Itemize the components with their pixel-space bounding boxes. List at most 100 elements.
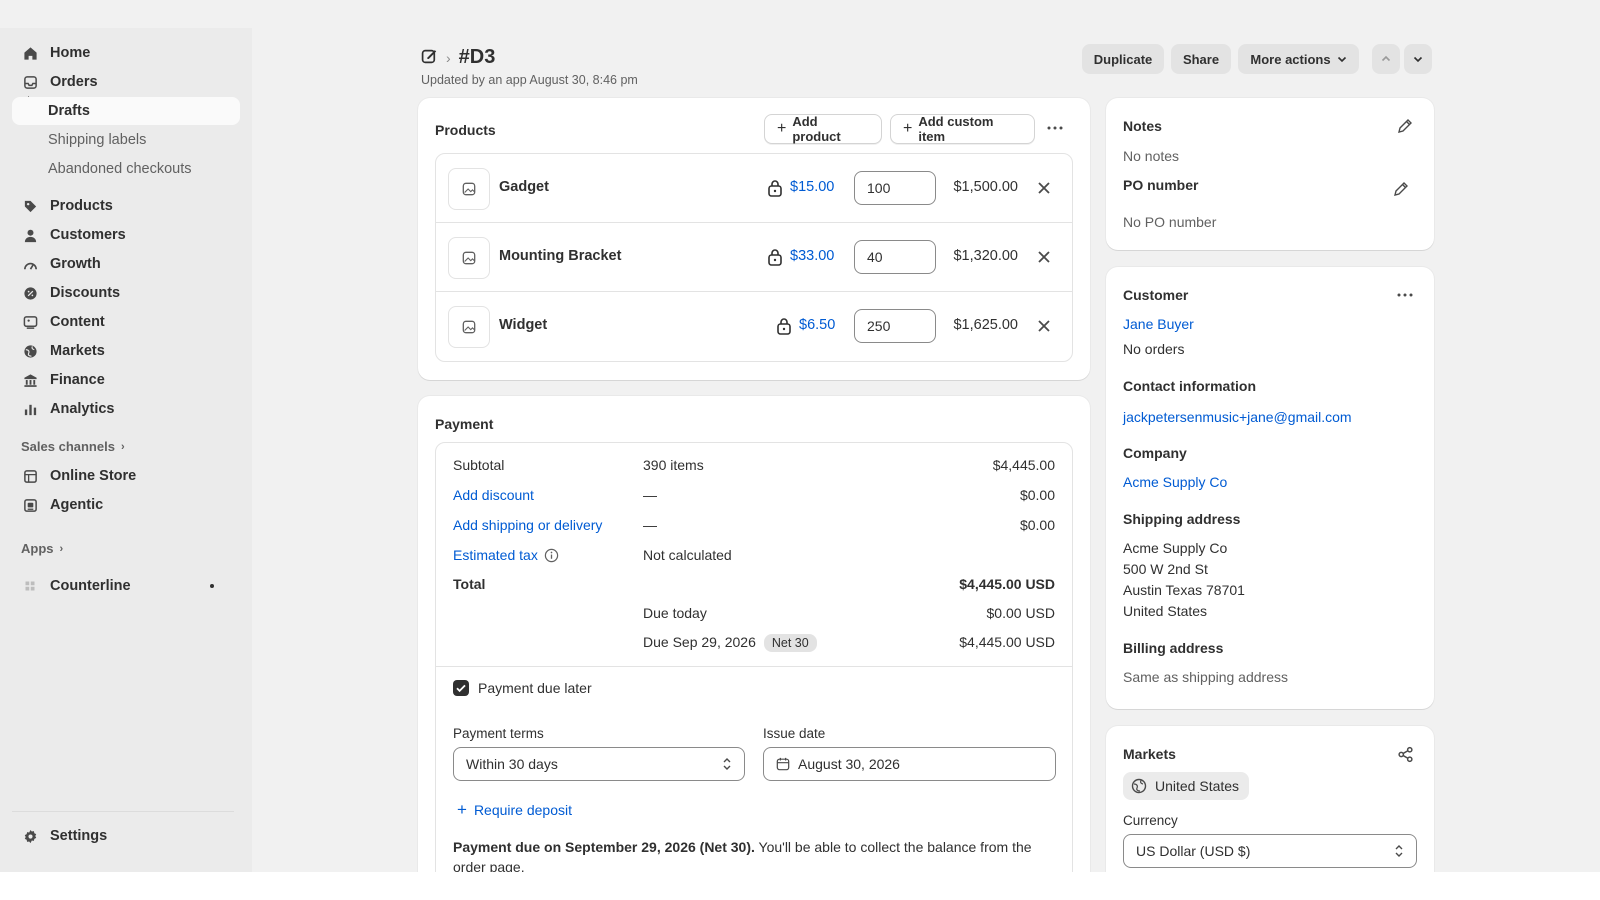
customer-name-link[interactable]: Jane Buyer: [1123, 316, 1194, 332]
total-row: Total $4,445.00 USD: [453, 576, 1055, 596]
sidebar-item-finance[interactable]: Finance: [12, 366, 240, 394]
sales-channels-heading[interactable]: Sales channels ›: [21, 439, 125, 454]
sidebar-item-settings[interactable]: Settings: [12, 822, 240, 850]
apps-heading[interactable]: Apps ›: [21, 541, 63, 556]
payment-due-note-text: You'll be able to collect the balance fr…: [754, 839, 1032, 855]
add-shipping-link[interactable]: Add shipping or delivery: [453, 517, 602, 533]
agent-icon: [22, 497, 38, 513]
remove-item-icon[interactable]: [1034, 316, 1054, 336]
add-product-button[interactable]: + Add product: [764, 114, 882, 144]
customer-card: Customer Jane Buyer No orders Contact in…: [1106, 267, 1434, 709]
remove-item-icon[interactable]: [1034, 178, 1054, 198]
select-arrows-icon: [723, 758, 731, 770]
draft-order-icon[interactable]: [421, 48, 438, 68]
quantity-input[interactable]: 100: [854, 171, 936, 205]
sidebar-item-discounts[interactable]: Discounts: [12, 279, 240, 307]
discount-value: $0.00: [1019, 487, 1055, 503]
total-value: $4,445.00 USD: [959, 576, 1055, 592]
plus-icon: +: [457, 800, 467, 819]
require-deposit-label: Require deposit: [473, 802, 572, 818]
sidebar-item-home[interactable]: Home: [12, 39, 240, 67]
sidebar-item-online-store[interactable]: Online Store: [12, 462, 240, 490]
sidebar-item-drafts[interactable]: Drafts: [12, 97, 240, 125]
sidebar-item-growth[interactable]: Growth: [12, 250, 240, 278]
sidebar-item-label: Growth: [50, 256, 101, 272]
due-later-value: $4,445.00 USD: [959, 634, 1055, 650]
globe-icon: [1131, 778, 1147, 794]
issue-date-label: Issue date: [763, 726, 826, 741]
sidebar-item-agentic[interactable]: Agentic: [12, 491, 240, 519]
product-row: Widget $6.50 250 $1,625.00: [436, 292, 1072, 361]
payment-terms-select[interactable]: Within 30 days: [453, 747, 745, 781]
sidebar-item-content[interactable]: Content: [12, 308, 240, 336]
store-icon: [22, 468, 38, 484]
sidebar-item-markets[interactable]: Markets: [12, 337, 240, 365]
billing-address-title: Billing address: [1123, 640, 1224, 656]
sidebar-item-analytics[interactable]: Analytics: [12, 395, 240, 423]
previous-order-button[interactable]: [1372, 44, 1400, 74]
add-custom-item-button[interactable]: + Add custom item: [890, 114, 1035, 144]
chevron-right-icon: ›: [59, 542, 64, 555]
next-order-button[interactable]: [1404, 44, 1432, 74]
sidebar-item-shipping-labels[interactable]: Shipping labels: [12, 126, 240, 154]
chevron-right-icon: ›: [120, 440, 125, 453]
customer-more-icon[interactable]: [1396, 287, 1414, 303]
due-later-label: Due Sep 29, 2026: [643, 634, 756, 650]
products-more-icon[interactable]: [1046, 120, 1066, 136]
sidebar-item-orders[interactable]: Orders: [12, 68, 240, 96]
sidebar-item-label: Shipping labels: [48, 132, 147, 148]
product-row: Mounting Bracket $33.00 40 $1,320.00: [436, 223, 1072, 292]
calendar-icon: [776, 757, 790, 771]
require-deposit-link[interactable]: + Require deposit: [457, 800, 572, 820]
add-discount-link[interactable]: Add discount: [453, 487, 534, 503]
markets-title: Markets: [1123, 746, 1176, 762]
payment-divider: [436, 666, 1072, 667]
customer-email-link[interactable]: jackpetersenmusic+jane@gmail.com: [1123, 409, 1352, 425]
product-list: Gadget $15.00 100 $1,500.00 Mounting Bra…: [435, 153, 1073, 362]
share-button[interactable]: Share: [1171, 44, 1231, 74]
shipping-address-line: Austin Texas 78701: [1123, 582, 1245, 598]
company-link[interactable]: Acme Supply Co: [1123, 474, 1227, 490]
currency-label: Currency: [1123, 813, 1178, 828]
person-icon: [22, 227, 38, 243]
sidebar-item-products[interactable]: Products: [12, 192, 240, 220]
product-price-link[interactable]: $15.00: [790, 179, 834, 195]
due-later-row: Due Sep 29, 2026 Net 30 $4,445.00 USD: [453, 634, 1055, 654]
edit-po-number-icon[interactable]: [1393, 181, 1409, 197]
notes-card: Notes No notes PO number No PO number: [1106, 98, 1434, 250]
product-price-link[interactable]: $6.50: [799, 317, 835, 333]
orders-icon: [22, 74, 38, 90]
sidebar-item-counterline[interactable]: Counterline: [12, 572, 240, 600]
shipping-address-title: Shipping address: [1123, 511, 1241, 527]
sidebar-item-label: Drafts: [48, 103, 90, 119]
edit-notes-icon[interactable]: [1397, 118, 1413, 134]
issue-date-input[interactable]: August 30, 2026: [763, 747, 1056, 781]
more-actions-button[interactable]: More actions: [1238, 44, 1359, 74]
estimated-tax-link[interactable]: Estimated tax: [453, 547, 538, 563]
notes-title: Notes: [1123, 118, 1162, 134]
tax-status: Not calculated: [643, 547, 732, 563]
remove-item-icon[interactable]: [1034, 247, 1054, 267]
share-nodes-icon[interactable]: [1397, 746, 1414, 763]
currency-select[interactable]: US Dollar (USD $): [1123, 834, 1417, 868]
sidebar-item-customers[interactable]: Customers: [12, 221, 240, 249]
payment-due-later-checkbox[interactable]: Payment due later: [453, 680, 592, 696]
plus-icon: +: [903, 120, 913, 137]
duplicate-button[interactable]: Duplicate: [1082, 44, 1164, 74]
discount-row: Add discount — $0.00: [453, 487, 1055, 507]
section-label: Apps: [21, 541, 54, 556]
sidebar-item-label: Agentic: [50, 497, 104, 513]
contact-information-title: Contact information: [1123, 378, 1256, 394]
image-placeholder-icon: [448, 306, 490, 348]
product-row: Gadget $15.00 100 $1,500.00: [436, 154, 1072, 223]
line-total: $1,500.00: [953, 179, 1018, 195]
quantity-input[interactable]: 250: [854, 309, 936, 343]
discount-icon: [22, 285, 38, 301]
sidebar-item-abandoned-checkouts[interactable]: Abandoned checkouts: [12, 155, 240, 183]
info-icon[interactable]: [544, 548, 559, 563]
tax-row: Estimated tax Not calculated: [453, 547, 1055, 567]
quantity-input[interactable]: 40: [854, 240, 936, 274]
pin-indicator: [210, 584, 214, 588]
sidebar-item-label: Online Store: [50, 468, 137, 484]
product-price-link[interactable]: $33.00: [790, 248, 834, 264]
